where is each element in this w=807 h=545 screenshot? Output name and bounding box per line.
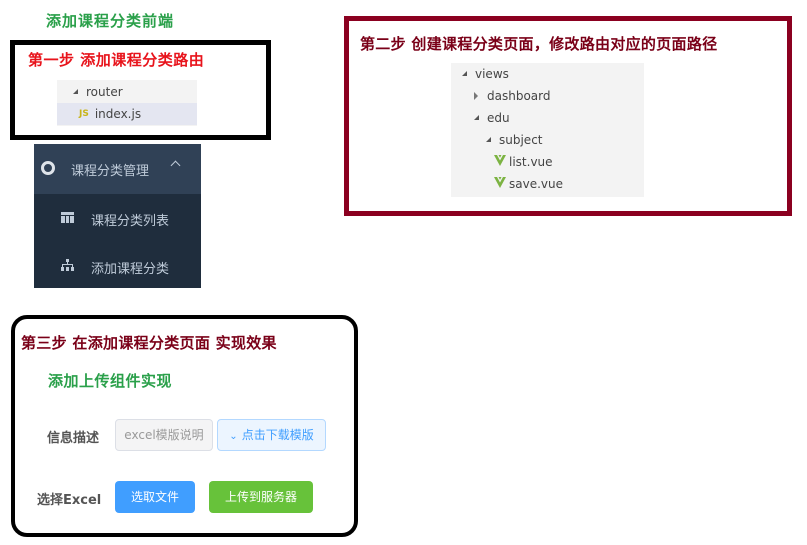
download-template-label: 点击下载模版 [241,428,314,442]
info-desc-label: 信息描述 [47,431,100,446]
download-icon: ⌄ [229,431,238,442]
triangle-down-icon [73,89,78,94]
menu-course-subject[interactable]: 课程分类管理 [34,144,201,194]
chevron-up-icon [170,160,181,171]
triangle-down-icon [486,137,491,142]
triangle-down-icon [462,71,467,76]
tree-item-label: router [86,85,123,99]
step3-title: 第三步 在添加课程分类页面 实现效果 [21,334,277,352]
tree-item-router[interactable]: router [57,81,197,103]
tree-item-label: save.vue [509,177,563,191]
menu-item-add-subject[interactable]: 添加课程分类 [34,242,201,290]
main-title: 添加课程分类前端 [46,12,175,30]
tree-icon [61,259,74,271]
triangle-right-icon [474,91,478,100]
menu-item-subject-list[interactable]: 课程分类列表 [34,194,201,242]
menu-item-label: 添加课程分类 [91,262,170,277]
pick-file-button[interactable]: 选取文件 [115,481,195,513]
tree-item-label: dashboard [487,89,551,103]
step3-subtitle: 添加上传组件实现 [48,372,173,390]
sidebar-menu: 课程分类管理 课程分类列表 添加课程分类 [34,144,201,288]
choose-excel-label: 选择Excel [37,493,102,508]
upload-to-server-button[interactable]: 上传到服务器 [209,481,313,513]
triangle-down-icon [474,115,479,120]
table-icon [61,212,74,223]
download-template-button[interactable]: ⌄ 点击下载模版 [217,419,326,451]
js-file-icon: JS [79,108,89,119]
tree-item-label: index.js [94,107,142,121]
tree-item-label: views [475,67,509,81]
tree-item-index-js[interactable]: JS index.js [57,103,197,125]
tree-item-subject[interactable]: subject [486,129,543,151]
tree-item-save-vue[interactable]: save.vue [494,173,563,195]
menu-label: 课程分类管理 [71,164,150,179]
vue-file-icon [494,177,506,188]
menu-item-label: 课程分类列表 [91,214,170,229]
tree-item-list-vue[interactable]: list.vue [494,151,553,173]
vue-file-icon [494,155,506,166]
circle-icon [41,161,55,175]
tree-item-dashboard[interactable]: dashboard [474,85,550,107]
tree-item-label: edu [487,111,510,125]
excel-template-desc-button[interactable]: excel模版说明 [115,419,213,451]
step2-title: 第二步 创建课程分类页面，修改路由对应的页面路径 [360,35,718,53]
tree-item-label: subject [499,133,543,147]
tree-item-views[interactable]: views [462,63,509,85]
step2-file-tree: views dashboard edu subject list.vue sav… [451,63,644,197]
step1-title: 第一步 添加课程分类路由 [28,51,205,69]
step1-file-tree: router JS index.js [57,80,197,126]
tree-item-edu[interactable]: edu [474,107,510,129]
tree-item-label: list.vue [509,155,553,169]
